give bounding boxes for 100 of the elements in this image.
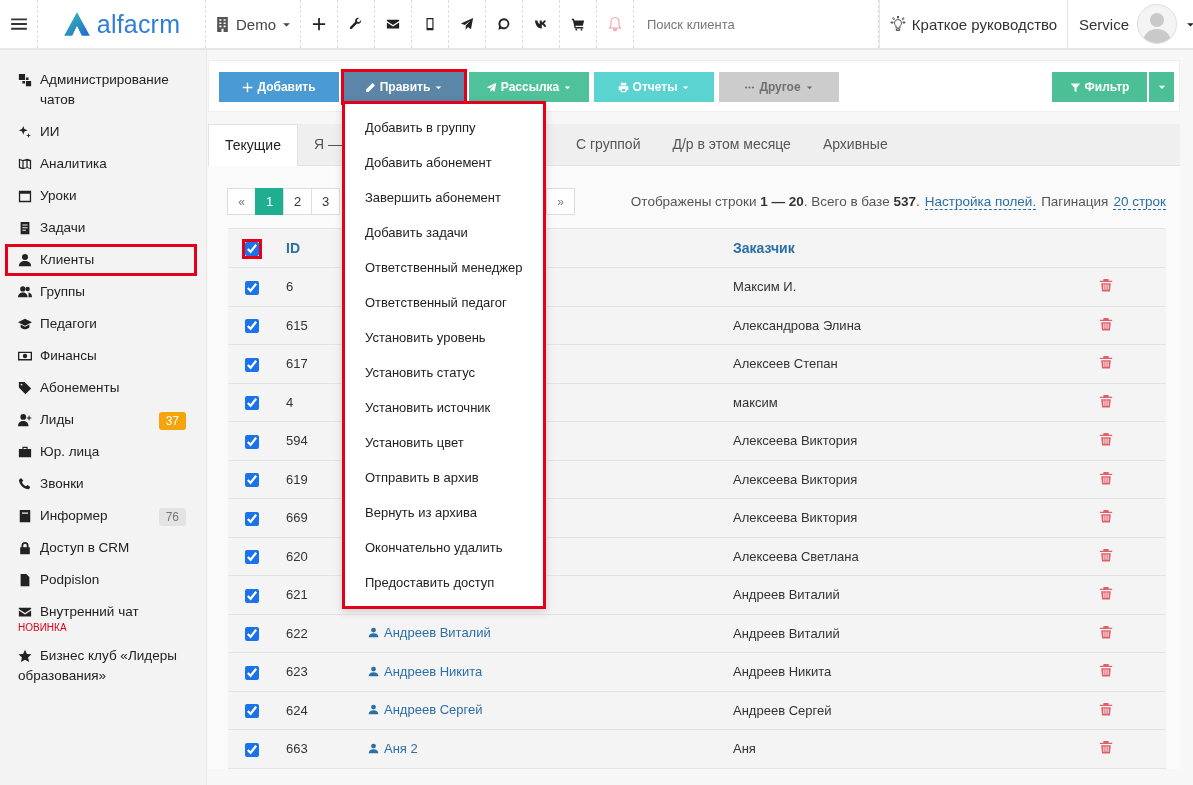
menu-item[interactable]: Отправить в архив [345, 460, 543, 495]
row-checkbox[interactable] [245, 627, 259, 642]
row-checkbox[interactable] [245, 319, 259, 334]
page-button[interactable]: 3 [311, 188, 340, 215]
trash-icon[interactable] [1099, 586, 1113, 601]
menu-item[interactable]: Добавить абонемент [345, 145, 543, 180]
sidebar-item[interactable]: Звонки [5, 468, 197, 500]
tab[interactable]: С группой [559, 124, 657, 164]
table-cell: 594 [286, 433, 308, 449]
add-icon[interactable] [312, 17, 326, 31]
clipboard-icon [18, 221, 32, 235]
trash-icon[interactable] [1099, 624, 1113, 639]
menu-item[interactable]: Установить уровень [345, 320, 543, 355]
graduation-cap-icon [18, 317, 32, 331]
sidebar-item[interactable]: Клиенты [5, 244, 197, 276]
menu-item[interactable]: Добавить в группу [345, 110, 543, 145]
trash-icon[interactable] [1099, 470, 1113, 485]
sidebar-item[interactable]: ИИ [5, 116, 197, 148]
client-link[interactable]: Андреев Виталий [368, 625, 491, 641]
tag-icon [18, 381, 32, 395]
row-checkbox[interactable] [245, 280, 259, 295]
menu-item[interactable]: Ответственный педагог [345, 285, 543, 320]
client-link[interactable]: Андреев Сергей [368, 702, 483, 718]
trash-icon[interactable] [1099, 316, 1113, 331]
mail-icon[interactable] [386, 17, 400, 31]
sidebar-item[interactable]: Внутренний чат НОВИНКА [5, 596, 197, 640]
row-checkbox[interactable] [245, 704, 259, 719]
paper-plane-icon[interactable] [460, 17, 474, 31]
sidebar-item[interactable]: Финансы [5, 340, 197, 372]
menu-item[interactable]: Ответственный менеджер [345, 250, 543, 285]
sidebar-item[interactable]: Бизнес клуб «Лидеры образования» [5, 640, 197, 692]
trash-icon[interactable] [1099, 547, 1113, 562]
row-checkbox[interactable] [245, 511, 259, 526]
trash-icon[interactable] [1099, 740, 1113, 755]
sidebar-item[interactable]: Задачи [5, 212, 197, 244]
menu-item[interactable]: Предоставить доступ [345, 565, 543, 600]
row-checkbox[interactable] [245, 588, 259, 603]
chat-bubble-icon[interactable] [497, 17, 511, 31]
field-settings-link[interactable]: Настройка полей. [924, 193, 1037, 210]
cart-icon[interactable] [571, 17, 585, 31]
book-icon [18, 509, 32, 523]
row-checkbox[interactable] [245, 396, 259, 411]
row-checkbox[interactable] [245, 434, 259, 449]
menu-item[interactable]: Установить цвет [345, 425, 543, 460]
row-checkbox[interactable] [245, 742, 259, 757]
sidebar-item[interactable]: Доступ в CRM [5, 532, 197, 564]
client-link[interactable]: Аня 2 [368, 740, 418, 756]
sidebar-item[interactable]: Аналитика [5, 148, 197, 180]
table-cell: Алексеев Степан [733, 356, 838, 372]
trash-icon[interactable] [1099, 355, 1113, 370]
tab[interactable]: Д/р в этом месяце [656, 124, 807, 164]
select-all-checkbox[interactable] [245, 242, 259, 257]
user-name[interactable]: Service [1079, 15, 1130, 33]
table-cell: Александрова Элина [733, 317, 862, 333]
row-checkbox[interactable] [245, 665, 259, 680]
rows-per-page-link[interactable]: 20 строк [1113, 193, 1166, 210]
sidebar-item[interactable]: Информер 76 [5, 500, 197, 532]
client-link[interactable]: Андреев Никита [368, 663, 483, 679]
column-header[interactable]: ID [286, 240, 300, 256]
person-icon [18, 253, 32, 267]
sidebar-item[interactable]: Группы [5, 276, 197, 308]
menu-item[interactable]: Установить статус [345, 355, 543, 390]
sidebar-item[interactable]: Уроки [5, 180, 197, 212]
trash-icon[interactable] [1099, 509, 1113, 524]
count-badge: 37 [158, 412, 186, 430]
guide-link[interactable]: Краткое руководство [879, 0, 1068, 48]
menu-item[interactable]: Вернуть из архива [345, 495, 543, 530]
sidebar-item[interactable]: Юр. лица [5, 436, 197, 468]
people-icon [18, 285, 32, 299]
row-checkbox[interactable] [245, 550, 259, 565]
menu-item[interactable]: Установить источник [345, 390, 543, 425]
page-button[interactable]: « [227, 188, 256, 215]
sidebar-item[interactable]: Администрирование чатов [5, 64, 197, 116]
branch-dropdown[interactable]: Demo [206, 0, 301, 48]
tab[interactable]: Архивные [806, 124, 904, 164]
trash-icon[interactable] [1099, 663, 1113, 678]
sidebar-item[interactable]: Педагоги [5, 308, 197, 340]
star-icon [18, 649, 32, 663]
trash-icon[interactable] [1099, 701, 1113, 716]
page-button[interactable]: » [546, 188, 575, 215]
menu-item[interactable]: Добавить задачи [345, 215, 543, 250]
trash-icon[interactable] [1099, 432, 1113, 447]
table-cell: 615 [286, 317, 308, 333]
menu-item[interactable]: Окончательно удалить [345, 530, 543, 565]
page-button[interactable]: 2 [283, 188, 312, 215]
trash-icon[interactable] [1099, 393, 1113, 408]
row-checkbox[interactable] [245, 473, 259, 488]
wrench-icon[interactable] [349, 17, 363, 31]
sidebar-item[interactable]: Абонементы [5, 372, 197, 404]
row-checkbox[interactable] [245, 357, 259, 372]
menu-item[interactable]: Завершить абонемент [345, 180, 543, 215]
map-icon [18, 157, 32, 171]
toolbar-button[interactable]: Править [344, 72, 464, 102]
search-field[interactable]: Поиск клиента [645, 15, 869, 33]
trash-icon[interactable] [1099, 278, 1113, 293]
tab[interactable]: Текущие [208, 124, 298, 166]
table-cell: 663 [286, 741, 308, 757]
sidebar-item[interactable]: Лиды 37 [5, 404, 197, 436]
sidebar-item[interactable]: Podpislon [5, 564, 197, 596]
column-header[interactable]: Заказчик [733, 240, 795, 256]
